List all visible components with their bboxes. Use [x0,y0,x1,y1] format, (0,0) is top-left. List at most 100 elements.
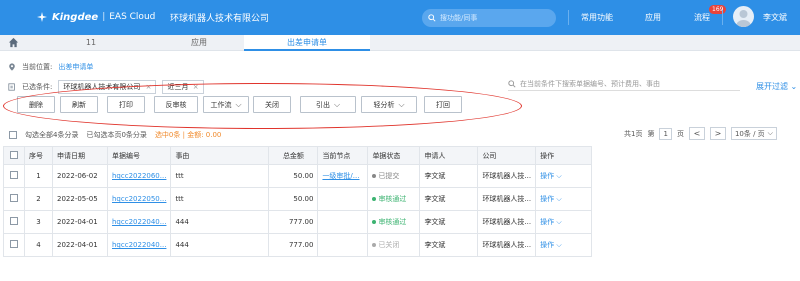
user-avatar-icon [736,10,751,27]
cell-date: 2022-04-01 [52,210,108,234]
company-name[interactable]: 环球机器人技术有限公司 [170,11,269,24]
cell-applicant: 李文斌 [419,210,479,234]
summary-selected: 选中0条 | 金额: 0.00 [154,131,222,139]
period-filter-chip[interactable]: 近三月 × [162,80,204,94]
light-analysis-label: 轻分析 [373,100,395,109]
workflow-label: 工作流 [210,100,232,109]
workflow-dropdown[interactable]: 工作流 ⌵ [203,96,249,113]
status-badge: 审核通过 [372,194,406,204]
chevron-down-icon: ⌵ [235,99,242,109]
location-pin-icon [9,63,15,71]
page-size-select[interactable]: 10条 / 页 ⌵ [730,127,777,140]
close-button[interactable]: 关闭 [253,96,291,113]
page-suffix: 页 [676,129,684,138]
chevron-down-icon[interactable]: ⌵ [556,172,561,180]
avatar[interactable] [733,6,754,27]
delete-button[interactable]: 删除 [17,96,55,113]
logo[interactable]: Kingdee | EAS Cloud [36,11,155,23]
bill-code-link[interactable]: hqcc2022040... [112,241,166,249]
print-button[interactable]: 打印 [107,96,145,113]
row-checkbox[interactable] [10,194,18,202]
bill-code-link[interactable]: hqcc2022040... [112,218,166,226]
user-name[interactable]: 李文斌 [763,12,787,23]
prev-page-button[interactable]: < [688,127,705,140]
row-checkbox[interactable] [10,171,18,179]
chevron-down-icon[interactable]: ⌵ [556,218,561,226]
cell-date: 2022-05-05 [52,187,108,211]
frequent-functions-link[interactable]: 常用功能 [581,12,613,23]
cell-amount: 50.00 [268,187,319,211]
cell-company: 环球机器人技... [477,233,537,257]
action-link[interactable]: 操作 [540,241,554,249]
product-name: EAS Cloud [109,12,156,22]
list-search-input[interactable] [520,80,730,88]
chevron-down-icon[interactable]: ⌵ [556,241,561,249]
row-checkbox-cell [3,233,25,257]
chevron-down-icon: ⌵ [398,99,405,109]
action-link[interactable]: 操作 [540,172,554,180]
bill-code-link[interactable]: hqcc2022060... [112,172,166,180]
col-code: 单据编号 [106,146,172,165]
row-checkbox[interactable] [10,240,18,248]
apps-link[interactable]: 应用 [645,12,661,23]
chevron-down-icon: ⌵ [767,129,773,137]
export-label: 引出 [315,100,330,109]
status-badge: 已关闭 [372,240,399,250]
close-icon[interactable]: × [146,83,152,91]
col-status: 单据状态 [367,146,421,165]
unaudit-button[interactable]: 反审核 [154,96,198,113]
global-search[interactable] [422,9,556,27]
pagination: 共1页 第 1 页 < > 10条 / 页 ⌵ [624,127,777,140]
breadcrumb: 当前位置: 出差申请单 [8,62,93,72]
action-link[interactable]: 操作 [540,218,554,226]
cell-code: hqcc2022060... [106,164,172,188]
workflow-link[interactable]: 流程 [694,12,710,23]
chevron-down-icon[interactable]: ⌵ [556,195,561,203]
tab-11[interactable]: 11 [28,35,154,51]
col-amount: 总金额 [268,146,319,165]
status-text: 审核通过 [378,195,407,203]
global-search-input[interactable] [440,14,540,22]
company-filter-value: 环球机器人技术有限公司 [63,83,141,91]
table-row[interactable]: 3 2022-04-01 hqcc2022040... 444 777.00 审核通过 李文… [3,210,593,234]
tab-apps[interactable]: 应用 [154,35,244,51]
kingdee-logo-icon [37,12,47,22]
table-row[interactable]: 2 2022-05-05 hqcc2022050... ttt 50.00 审核通过 李文斌… [3,187,593,211]
total-pages: 共1页 [624,129,643,138]
refresh-button[interactable]: 刷新 [60,96,98,113]
reject-button[interactable]: 打回 [424,96,462,113]
select-all-checkbox[interactable] [9,131,17,139]
data-table: 序号 申请日期 单据编号 事由 总金额 当前节点 单据状态 申请人 公司 操作 … [3,146,593,257]
cell-no: 3 [24,210,53,234]
export-dropdown[interactable]: 引出 ⌵ [300,96,356,113]
col-company: 公司 [477,146,537,165]
next-page-button[interactable]: > [709,127,726,140]
close-icon[interactable]: × [193,83,199,91]
table-row[interactable]: 1 2022-06-02 hqcc2022060... ttt 50.00 一级审批/..… [3,164,593,188]
expand-filter-link[interactable]: 展开过滤 ⌄ [756,81,797,92]
tab-travel-request[interactable]: 出差申请单 [244,35,370,51]
row-checkbox[interactable] [10,217,18,225]
filter-icon [8,83,15,91]
cell-action: 操作 ⌵ [535,210,593,234]
reject-label: 打回 [436,100,450,109]
page-label: 第 [647,129,655,138]
unaudit-label: 反审核 [165,100,187,109]
status-badge: 已提交 [372,171,399,181]
bill-code-link[interactable]: hqcc2022050... [112,195,166,203]
page-number-input[interactable]: 1 [659,127,672,140]
list-search[interactable] [508,80,740,91]
breadcrumb-link[interactable]: 出差申请单 [58,62,93,72]
cell-code: hqcc2022040... [106,210,172,234]
cell-applicant: 李文斌 [419,164,479,188]
node-link[interactable]: 一级审批/... [322,172,359,180]
table-row[interactable]: 4 2022-04-01 hqcc2022040... 444 777.00 已关闭 李文斌… [3,233,593,257]
home-icon[interactable] [8,37,19,48]
col-date: 申请日期 [52,146,108,165]
cell-applicant: 李文斌 [419,233,479,257]
light-analysis-dropdown[interactable]: 轻分析 ⌵ [361,96,417,113]
header-checkbox[interactable] [10,150,18,159]
cell-date: 2022-06-02 [52,164,108,188]
action-link[interactable]: 操作 [540,195,554,203]
company-filter-chip[interactable]: 环球机器人技术有限公司 × [58,80,157,94]
